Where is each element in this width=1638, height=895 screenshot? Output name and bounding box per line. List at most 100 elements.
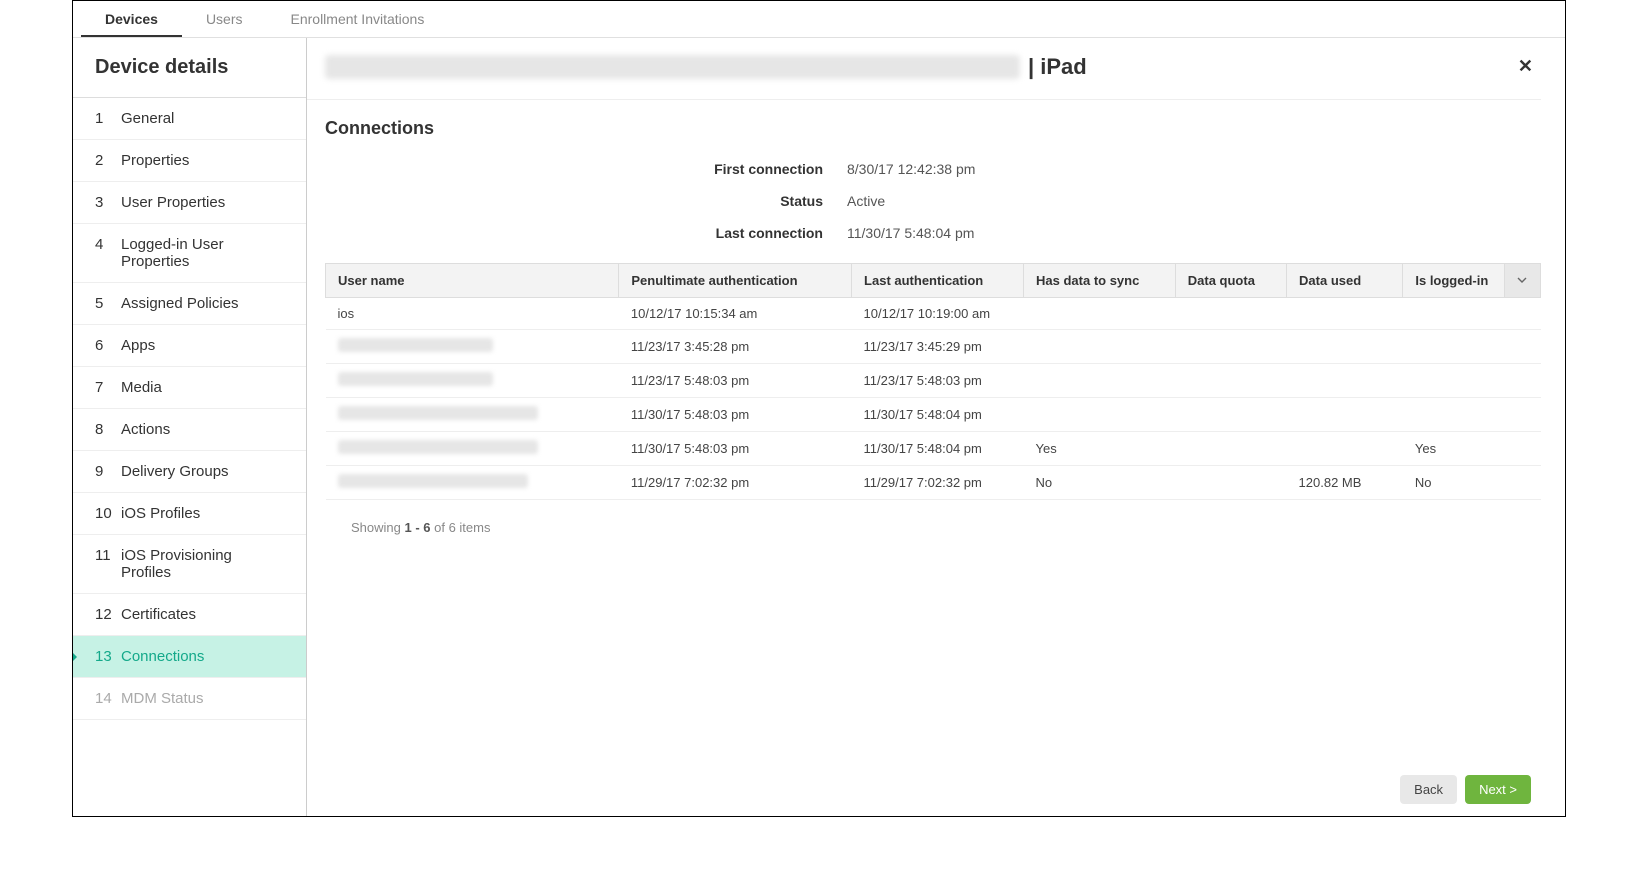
cell-penult: 11/23/17 5:48:03 pm [619,364,852,398]
sidebar-item-logged-in-user-properties[interactable]: 4Logged-in User Properties [73,224,306,283]
cell-used [1287,330,1403,364]
sidebar-item-number: 13 [95,648,113,665]
sidebar-item-delivery-groups[interactable]: 9Delivery Groups [73,451,306,493]
redacted-user [338,372,493,386]
sidebar-item-label: iOS Provisioning Profiles [121,547,284,581]
cell-logged [1403,330,1504,364]
sidebar-item-user-properties[interactable]: 3User Properties [73,182,306,224]
cell-penult: 11/30/17 5:48:03 pm [619,398,852,432]
sidebar-item-label: Media [121,379,162,396]
pager-text: Showing 1 - 6 of 6 items [307,500,1541,535]
cell-last: 11/30/17 5:48:04 pm [852,432,1024,466]
tab-enrollment-invitations[interactable]: Enrollment Invitations [267,1,449,37]
sidebar-item-label: Actions [121,421,170,438]
tab-users[interactable]: Users [182,1,267,37]
info-label: Status [307,193,847,209]
sidebar-item-number: 6 [95,337,113,354]
col-last-auth[interactable]: Last authentication [852,264,1024,298]
cell-penult: 11/29/17 7:02:32 pm [619,466,852,500]
col-is-logged-in[interactable]: Is logged-in [1403,264,1504,298]
cell-last: 11/23/17 5:48:03 pm [852,364,1024,398]
sidebar-item-number: 2 [95,152,113,169]
sidebar-item-label: Properties [121,152,189,169]
redacted-user [338,440,538,454]
cell-penult: 10/12/17 10:15:34 am [619,298,852,330]
col-options-dropdown[interactable] [1504,264,1540,298]
cell-used [1287,398,1403,432]
col-data-used[interactable]: Data used [1287,264,1403,298]
cell-user-name: ios [326,298,619,330]
sidebar-item-ios-profiles[interactable]: 10iOS Profiles [73,493,306,535]
info-value: 11/30/17 5:48:04 pm [847,225,974,241]
redacted-user [338,474,528,488]
sidebar-item-apps[interactable]: 6Apps [73,325,306,367]
cell-used [1287,298,1403,330]
close-icon: ✕ [1518,56,1533,76]
cell-used: 120.82 MB [1287,466,1403,500]
top-tabs: Devices Users Enrollment Invitations [73,1,1565,38]
device-id-redacted [325,55,1020,79]
cell-options [1504,466,1540,500]
sidebar: Device details 1General2Properties3User … [73,38,307,816]
sidebar-item-number: 12 [95,606,113,623]
cell-logged: Yes [1403,432,1504,466]
cell-sync: Yes [1024,432,1176,466]
col-data-quota[interactable]: Data quota [1175,264,1286,298]
redacted-user [338,406,538,420]
close-button[interactable]: ✕ [1510,52,1541,81]
cell-sync [1024,298,1176,330]
sidebar-item-number: 7 [95,379,113,396]
sidebar-item-label: General [121,110,174,127]
main-panel: | iPad ✕ Connections First connection8/3… [307,38,1565,816]
sidebar-item-actions[interactable]: 8 Actions [73,409,306,451]
cell-quota [1175,466,1286,500]
table-row[interactable]: 11/23/17 5:48:03 pm11/23/17 5:48:03 pm [326,364,1541,398]
cell-quota [1175,398,1286,432]
sidebar-item-label: Certificates [121,606,196,623]
sidebar-item-number: 10 [95,505,113,522]
footer-actions: Back Next > [307,763,1541,816]
sidebar-item-general[interactable]: 1General [73,98,306,140]
back-button[interactable]: Back [1400,775,1457,804]
sidebar-item-label: Delivery Groups [121,463,229,480]
sidebar-item-mdm-status[interactable]: 14 MDM Status [73,678,306,720]
sidebar-item-number: 11 [95,547,113,581]
info-row: StatusActive [307,185,1541,217]
table-row[interactable]: 11/29/17 7:02:32 pm11/29/17 7:02:32 pmNo… [326,466,1541,500]
sidebar-item-assigned-policies[interactable]: 5 Assigned Policies [73,283,306,325]
table-row[interactable]: ios10/12/17 10:15:34 am10/12/17 10:19:00… [326,298,1541,330]
sidebar-item-number: 14 [95,690,113,707]
sidebar-item-number: 5 [95,295,113,312]
cell-sync [1024,330,1176,364]
table-row[interactable]: 11/30/17 5:48:03 pm11/30/17 5:48:04 pmYe… [326,432,1541,466]
page-header: | iPad ✕ [307,38,1541,100]
next-button[interactable]: Next > [1465,775,1531,804]
sidebar-item-number: 8 [95,421,113,438]
table-row[interactable]: 11/30/17 5:48:03 pm11/30/17 5:48:04 pm [326,398,1541,432]
sidebar-item-label: Connections [121,648,204,665]
sidebar-item-properties[interactable]: 2 Properties [73,140,306,182]
tab-devices[interactable]: Devices [81,1,182,37]
col-has-data-to-sync[interactable]: Has data to sync [1024,264,1176,298]
cell-options [1504,432,1540,466]
sidebar-item-label: Assigned Policies [121,295,239,312]
col-penultimate-auth[interactable]: Penultimate authentication [619,264,852,298]
cell-logged [1403,364,1504,398]
sidebar-item-label: MDM Status [121,690,204,707]
cell-user-name [326,398,619,432]
page-title: | iPad [1028,54,1087,80]
sidebar-item-certificates[interactable]: 12 Certificates [73,594,306,636]
info-row: First connection8/30/17 12:42:38 pm [307,153,1541,185]
sidebar-item-media[interactable]: 7 Media [73,367,306,409]
sidebar-item-ios-provisioning-profiles[interactable]: 11iOS Provisioning Profiles [73,535,306,594]
sidebar-item-label: Logged-in User Properties [121,236,284,270]
col-user-name[interactable]: User name [326,264,619,298]
cell-options [1504,398,1540,432]
table-row[interactable]: 11/23/17 3:45:28 pm11/23/17 3:45:29 pm [326,330,1541,364]
cell-user-name [326,330,619,364]
connections-table: User name Penultimate authentication Las… [325,263,1541,500]
sidebar-item-connections[interactable]: 13 Connections [73,636,306,678]
chevron-down-icon [1517,273,1527,283]
section-title: Connections [307,112,1541,153]
cell-options [1504,364,1540,398]
